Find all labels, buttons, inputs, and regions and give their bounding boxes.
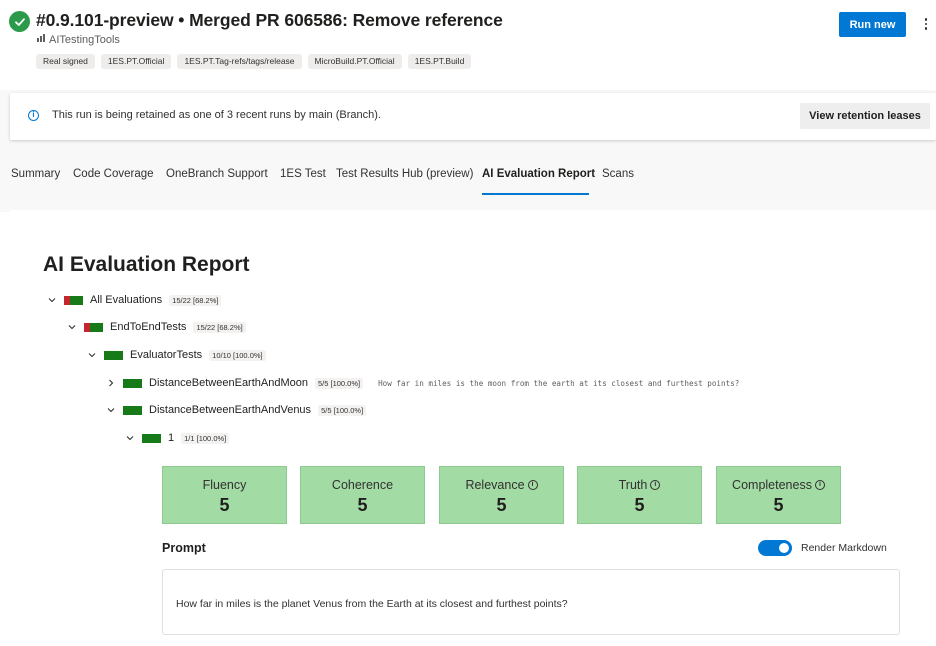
retention-banner: i This run is being retained as one of 3…: [10, 93, 936, 140]
pass-rate-bar: [84, 322, 103, 332]
tab-scans[interactable]: Scans: [602, 168, 634, 180]
pass-rate-bar: [123, 405, 142, 415]
tree-node-all-evaluations[interactable]: All Evaluations 15/22 [68.2%]: [47, 292, 236, 308]
render-markdown-label: Render Markdown: [801, 542, 887, 554]
view-retention-leases-button[interactable]: View retention leases: [800, 103, 930, 129]
metric-name: Truth: [618, 478, 648, 492]
metric-value: 5: [773, 495, 784, 515]
score-badge: 15/22 [68.2%]: [193, 321, 246, 333]
run-header: #0.9.101-preview • Merged PR 606586: Rem…: [0, 0, 936, 90]
run-new-button[interactable]: Run new: [839, 12, 906, 37]
tag[interactable]: Real signed: [36, 54, 95, 69]
tag[interactable]: 1ES.PT.Tag-refs/tags/release: [177, 54, 302, 69]
tab-onebranch-support[interactable]: OneBranch Support: [166, 168, 268, 180]
tree-node-label: 1: [168, 432, 175, 444]
tree-node-evaluator-tests[interactable]: EvaluatorTests 10/10 [100.0%]: [87, 347, 281, 363]
pipeline-icon: [36, 33, 46, 46]
chevron-right-icon[interactable]: [106, 378, 116, 388]
pipeline-link[interactable]: AITestingTools: [36, 33, 120, 46]
page-title: AI Evaluation Report: [43, 253, 250, 276]
tree-node-label: DistanceBetweenEarthAndVenus: [149, 404, 312, 416]
metric-card-completeness: Completeness i 5: [716, 466, 841, 524]
banner-text: This run is being retained as one of 3 r…: [52, 109, 381, 121]
tree-node-end-to-end-tests[interactable]: EndToEndTests 15/22 [68.2%]: [67, 319, 261, 335]
tag[interactable]: MicroBuild.PT.Official: [307, 54, 402, 69]
chevron-down-icon[interactable]: [87, 350, 97, 360]
metric-value: 5: [219, 495, 230, 515]
chevron-down-icon[interactable]: [106, 405, 116, 415]
tab-bar: Summary Code Coverage OneBranch Support …: [0, 148, 936, 200]
score-badge: 10/10 [100.0%]: [209, 349, 266, 361]
metric-name: Fluency: [202, 478, 247, 492]
tab-test-results-hub[interactable]: Test Results Hub (preview): [336, 168, 473, 180]
tree-node-label: DistanceBetweenEarthAndMoon: [149, 377, 308, 389]
info-icon[interactable]: i: [814, 480, 825, 490]
metric-name: Completeness: [732, 478, 812, 492]
tree-node-label: All Evaluations: [90, 294, 163, 306]
tab-summary[interactable]: Summary: [11, 168, 60, 180]
run-title: #0.9.101-preview • Merged PR 606586: Rem…: [36, 10, 503, 30]
score-badge: 5/5 [100.0%]: [318, 404, 367, 416]
metric-card-fluency: Fluency 5: [162, 466, 287, 524]
chevron-down-icon[interactable]: [47, 295, 57, 305]
pass-rate-bar: [104, 350, 123, 360]
metric-card-relevance: Relevance i 5: [439, 466, 564, 524]
info-icon: i: [28, 110, 39, 121]
metric-value: 5: [634, 495, 645, 515]
toggle-knob: [779, 543, 789, 553]
check-circle-icon: [9, 11, 30, 32]
chevron-down-icon[interactable]: [67, 322, 77, 332]
tab-code-coverage[interactable]: Code Coverage: [73, 168, 154, 180]
metric-card-coherence: Coherence 5: [300, 466, 425, 524]
tree-node-distance-earth-venus[interactable]: DistanceBetweenEarthAndVenus 5/5 [100.0%…: [106, 402, 381, 418]
pipeline-name: AITestingTools: [49, 33, 120, 46]
tree-node-run-1[interactable]: 1 1/1 [100.0%]: [125, 430, 244, 446]
metric-value: 5: [357, 495, 368, 515]
render-markdown-toggle[interactable]: [758, 540, 792, 556]
metric-name: Coherence: [331, 478, 394, 492]
tree-node-description: How far in miles is the moon from the ea…: [378, 378, 740, 388]
more-vertical-icon[interactable]: [919, 13, 933, 35]
tree-node-label: EvaluatorTests: [130, 349, 203, 361]
tree-node-label: EndToEndTests: [110, 321, 187, 333]
tree-node-distance-earth-moon[interactable]: DistanceBetweenEarthAndMoon 5/5 [100.0%]…: [106, 375, 739, 391]
pass-rate-bar: [142, 433, 161, 443]
tag[interactable]: 1ES.PT.Official: [100, 54, 172, 69]
metric-name: Relevance: [465, 478, 525, 492]
chevron-down-icon[interactable]: [125, 433, 135, 443]
prompt-heading: Prompt: [162, 541, 206, 555]
prompt-box: How far in miles is the planet Venus fro…: [162, 569, 900, 635]
score-badge: 5/5 [100.0%]: [314, 377, 364, 389]
score-badge: 1/1 [100.0%]: [181, 432, 230, 444]
tag[interactable]: 1ES.PT.Build: [407, 54, 472, 69]
score-badge: 15/22 [68.2%]: [169, 294, 222, 306]
active-tab-indicator: [482, 193, 589, 195]
prompt-text: How far in miles is the planet Venus fro…: [176, 598, 568, 610]
pass-rate-bar: [123, 378, 142, 388]
info-icon[interactable]: i: [527, 480, 538, 490]
info-icon[interactable]: i: [650, 480, 661, 490]
tag-list: Real signed 1ES.PT.Official 1ES.PT.Tag-r…: [36, 54, 472, 69]
metric-card-truth: Truth i 5: [577, 466, 702, 524]
tab-1es-test[interactable]: 1ES Test: [280, 168, 326, 180]
metric-value: 5: [496, 495, 507, 515]
tab-ai-evaluation-report[interactable]: AI Evaluation Report: [482, 168, 595, 180]
pass-rate-bar: [64, 295, 83, 305]
